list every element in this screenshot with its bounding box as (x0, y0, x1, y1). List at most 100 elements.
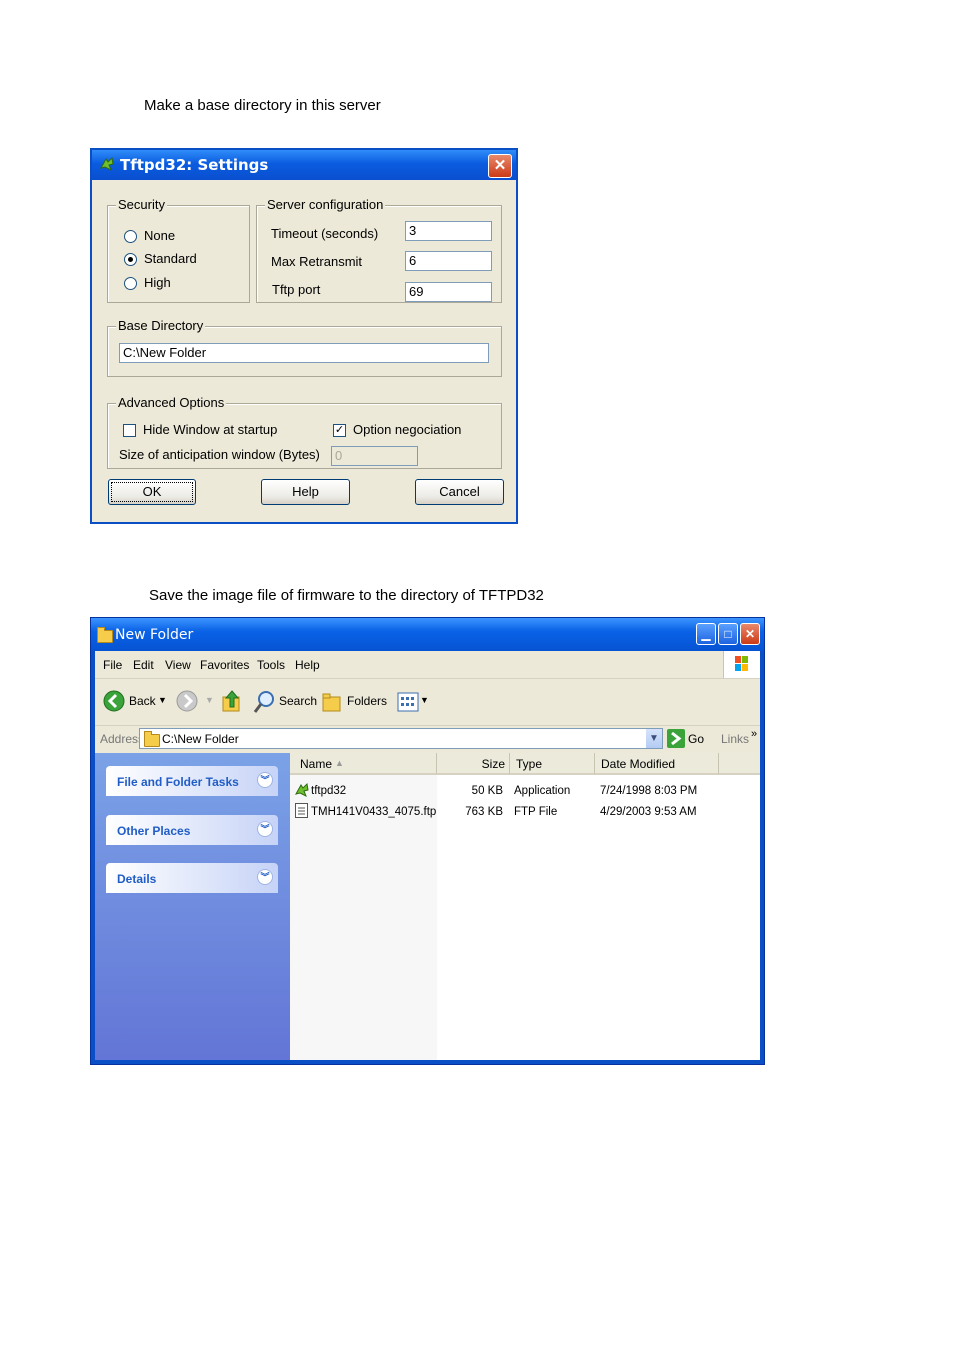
go-button[interactable]: Go (688, 732, 704, 746)
radio-high-label: High (144, 275, 171, 290)
chevron-down-icon[interactable]: ︾ (257, 821, 273, 837)
column-header-filler (719, 753, 760, 775)
chevron-down-icon[interactable]: ︾ (257, 772, 273, 788)
radio-standard[interactable] (124, 253, 137, 266)
details-header[interactable]: Details ︾ (106, 863, 278, 893)
details-title: Details (117, 872, 157, 886)
maximize-button[interactable]: □ (718, 623, 738, 645)
column-header-date[interactable]: Date Modified (595, 753, 719, 775)
ok-button[interactable]: OK (108, 479, 196, 505)
advanced-options-legend: Advanced Options (116, 395, 227, 410)
chevron-down-icon[interactable]: ︾ (257, 869, 273, 885)
menu-bar: File Edit View Favorites Tools Help (95, 651, 760, 679)
maximize-icon: □ (724, 627, 732, 641)
file-type: FTP File (514, 806, 558, 818)
file-name: tftpd32 (311, 785, 347, 797)
go-arrow-icon[interactable] (667, 729, 685, 748)
list-item[interactable]: TMH141V0433_4075.ftp 763 KB FTP File 4/2… (290, 803, 697, 821)
radio-none[interactable] (124, 230, 137, 243)
menu-favorites[interactable]: Favorites (200, 658, 249, 672)
back-arrow-icon[interactable] (103, 690, 125, 712)
column-size-label: Size (481, 757, 505, 771)
chevron-right-icon[interactable]: » (751, 728, 757, 740)
list-item[interactable]: tftpd32 50 KB Application 7/24/1998 8:03… (290, 782, 697, 800)
forward-dropdown-icon[interactable]: ▼ (205, 695, 214, 705)
settings-title: Tftpd32: Settings (120, 156, 269, 174)
address-field[interactable]: C:\New Folder ▼ (139, 728, 663, 749)
views-icon[interactable] (397, 692, 419, 712)
minimize-button[interactable]: ▁ (696, 623, 716, 645)
option-negociation-checkbox[interactable]: ✓ (333, 424, 346, 437)
option-negociation-label: Option negociation (353, 422, 462, 437)
help-button[interactable]: Help (261, 479, 350, 505)
search-button[interactable]: Search (279, 694, 317, 708)
close-button[interactable]: ✕ (488, 154, 512, 178)
column-type-label: Type (516, 757, 543, 771)
views-dropdown-icon[interactable]: ▼ (420, 695, 429, 705)
menu-file[interactable]: File (103, 658, 122, 672)
base-directory-field[interactable]: C:\New Folder (119, 343, 489, 363)
other-places-header[interactable]: Other Places ︾ (106, 815, 278, 845)
ftp-file-icon (295, 803, 308, 818)
settings-titlebar[interactable]: Tftpd32: Settings ✕ (92, 150, 516, 180)
settings-dialog: Tftpd32: Settings ✕ Security None Standa… (90, 148, 518, 524)
folders-icon[interactable] (321, 691, 343, 713)
sort-ascending-icon: ▲ (335, 758, 344, 768)
explorer-title: New Folder (115, 627, 194, 643)
address-label: Address (100, 732, 145, 746)
advanced-options-group: Advanced Options Hide Window at startup … (107, 395, 502, 469)
file-folder-tasks-title: File and Folder Tasks (117, 775, 239, 789)
forward-arrow-icon[interactable] (176, 690, 198, 712)
column-header-size[interactable]: Size (437, 753, 510, 775)
folder-icon (97, 627, 113, 643)
port-field[interactable]: 69 (405, 282, 492, 302)
back-dropdown-icon[interactable]: ▼ (158, 695, 167, 705)
close-window-button[interactable]: ✕ (740, 623, 760, 645)
file-size: 763 KB (465, 806, 503, 818)
toolbar: Back ▼ ▼ Search Folders ▼ (95, 679, 760, 726)
column-header-type[interactable]: Type (510, 753, 595, 775)
file-date: 7/24/1998 8:03 PM (600, 785, 698, 797)
minimize-icon: ▁ (701, 627, 711, 641)
links-button[interactable]: Links (721, 732, 749, 746)
file-date: 4/29/2003 9:53 AM (600, 806, 697, 818)
base-directory-legend: Base Directory (116, 318, 206, 333)
menu-help[interactable]: Help (295, 658, 320, 672)
menu-edit[interactable]: Edit (133, 658, 154, 672)
other-places-title: Other Places (117, 824, 191, 838)
windows-logo-icon (723, 651, 760, 678)
timeout-label: Timeout (seconds) (271, 226, 379, 241)
folders-button[interactable]: Folders (347, 694, 387, 708)
explorer-client: File Edit View Favorites Tools Help Back (95, 651, 760, 1060)
server-config-group: Server configuration Timeout (seconds) 3… (256, 197, 502, 303)
caption-base-directory: Make a base directory in this server (144, 97, 381, 114)
column-date-label: Date Modified (601, 757, 676, 771)
column-header-name[interactable]: Name ▲ (290, 753, 437, 775)
address-folder-icon (144, 731, 160, 747)
radio-high[interactable] (124, 277, 137, 290)
anticipation-field: 0 (331, 446, 418, 466)
retransmit-field[interactable]: 6 (405, 251, 492, 271)
checkmark-icon: ✓ (334, 424, 345, 436)
task-pane: File and Folder Tasks ︾ Other Places ︾ D… (95, 753, 290, 1060)
tftpd32-app-icon (100, 156, 114, 172)
up-folder-icon[interactable] (221, 689, 243, 715)
hide-window-checkbox[interactable] (123, 424, 136, 437)
address-dropdown-icon[interactable]: ▼ (646, 729, 662, 748)
search-icon[interactable] (253, 690, 275, 714)
radio-standard-label: Standard (144, 251, 197, 266)
cancel-button[interactable]: Cancel (415, 479, 504, 505)
timeout-field[interactable]: 3 (405, 221, 492, 241)
server-config-legend: Server configuration (265, 197, 386, 212)
address-bar: Address C:\New Folder ▼ Go Links » (95, 726, 760, 752)
port-label: Tftp port (272, 282, 321, 297)
close-icon: ✕ (744, 627, 756, 641)
back-button[interactable]: Back (129, 694, 156, 708)
menu-tools[interactable]: Tools (257, 658, 285, 672)
menu-view[interactable]: View (165, 658, 191, 672)
file-folder-tasks-header[interactable]: File and Folder Tasks ︾ (106, 766, 278, 796)
file-name: TMH141V0433_4075.ftp (311, 806, 437, 818)
explorer-titlebar[interactable]: New Folder ▁ □ ✕ (91, 618, 764, 651)
close-icon: ✕ (493, 157, 507, 174)
security-group: Security None Standard High (107, 197, 250, 303)
